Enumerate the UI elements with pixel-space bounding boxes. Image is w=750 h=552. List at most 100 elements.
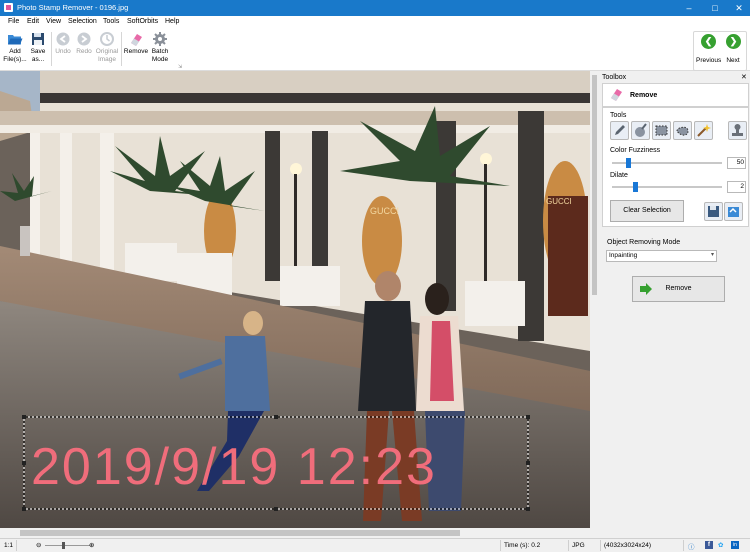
tools-panel: Tools Color Fuzziness 50 Dilate 2 Clear … xyxy=(602,107,749,227)
status-separator xyxy=(568,540,569,551)
slider-thumb[interactable] xyxy=(626,158,631,168)
chevron-down-icon: ▾ xyxy=(710,252,714,258)
resize-handle[interactable] xyxy=(526,461,530,465)
menu-bar: File Edit View Selection Tools SoftOrbit… xyxy=(0,16,750,28)
menu-tools[interactable]: Tools xyxy=(103,18,119,25)
status-separator xyxy=(500,540,501,551)
save-selection-icon xyxy=(708,206,719,217)
brush-tool-button[interactable] xyxy=(631,121,650,140)
remove-section-header: Remove xyxy=(602,83,749,107)
menu-file[interactable]: File xyxy=(8,18,19,25)
maximize-button[interactable]: □ xyxy=(702,0,728,16)
menu-softorbits[interactable]: SoftOrbits xyxy=(127,18,158,25)
image-canvas[interactable]: GUCCI GUCCI 2019/9/19 12:23 xyxy=(0,71,590,528)
menu-edit[interactable]: Edit xyxy=(27,18,39,25)
status-separator xyxy=(16,540,17,551)
batch-mode-button[interactable]: Batch Mode xyxy=(149,30,171,63)
slider-thumb[interactable] xyxy=(633,182,638,192)
menu-view[interactable]: View xyxy=(46,18,61,25)
load-selection-icon xyxy=(728,207,739,217)
scroll-thumb[interactable] xyxy=(592,75,597,295)
vertical-scrollbar[interactable] xyxy=(590,71,599,528)
removing-mode-select[interactable]: Inpainting ▾ xyxy=(606,250,717,262)
menu-selection[interactable]: Selection xyxy=(68,18,97,25)
arrow-right-icon: ❯ xyxy=(726,34,741,49)
lasso-icon xyxy=(676,126,689,136)
scroll-thumb[interactable] xyxy=(20,530,460,536)
add-files-button[interactable]: Add File(s)... xyxy=(3,30,27,63)
zoom-slider[interactable] xyxy=(45,545,90,546)
close-button[interactable]: ✕ xyxy=(726,0,750,16)
floppy-disk-icon xyxy=(32,33,44,45)
date-stamp: 2019/9/19 12:23 xyxy=(31,438,437,496)
clear-selection-button[interactable]: Clear Selection xyxy=(610,200,684,222)
facebook-icon[interactable]: f xyxy=(705,541,713,549)
zoom-out-icon[interactable]: ⊖ xyxy=(36,541,41,549)
next-label: Next xyxy=(726,57,740,64)
format-label: JPG xyxy=(572,542,585,549)
redo-icon xyxy=(77,32,91,46)
resize-handle[interactable] xyxy=(274,415,278,419)
color-fuzziness-input[interactable]: 50 xyxy=(727,157,746,169)
undo-button[interactable]: Undo xyxy=(53,30,73,56)
navigation-group: ❮ Previous ❯ Next xyxy=(693,31,747,71)
save-as-label: Save xyxy=(30,48,46,55)
menu-help[interactable]: Help xyxy=(165,18,179,25)
original-image-label-2: Image xyxy=(97,55,117,63)
gear-icon xyxy=(153,32,167,46)
resize-handle[interactable] xyxy=(22,507,26,511)
magic-wand-button[interactable] xyxy=(694,121,713,140)
remove-button[interactable]: Remove xyxy=(632,276,725,302)
remove-toolbar-button[interactable]: Remove xyxy=(123,30,149,56)
zoom-in-icon[interactable]: ⊕ xyxy=(89,541,94,549)
stamp-tool-button[interactable] xyxy=(728,121,747,140)
save-as-label-2: as... xyxy=(31,55,45,63)
dimensions-label: (4032x3024x24) xyxy=(604,542,651,549)
twitter-icon[interactable]: ✿ xyxy=(718,541,723,549)
dilate-label: Dilate xyxy=(610,172,628,179)
resize-handle[interactable] xyxy=(22,461,26,465)
dilate-input[interactable]: 2 xyxy=(727,181,746,193)
resize-handle[interactable] xyxy=(274,507,278,511)
save-selection-button[interactable] xyxy=(704,202,723,221)
add-files-label: Add xyxy=(9,48,21,55)
zoom-slider-thumb[interactable] xyxy=(62,542,65,549)
stamp-icon xyxy=(732,124,743,136)
color-fuzziness-slider[interactable] xyxy=(612,158,722,168)
linkedin-icon[interactable]: in xyxy=(731,541,739,549)
remove-toolbar-label: Remove xyxy=(123,48,149,55)
status-bar: 1:1 ⊖ ⊕ Time (s): 0.2 JPG (4032x3024x24)… xyxy=(0,538,750,552)
toolbox-title: Toolbox xyxy=(602,74,627,81)
redo-button[interactable]: Redo xyxy=(74,30,94,56)
add-files-label-2: File(s)... xyxy=(3,55,27,63)
info-icon[interactable]: ⓘ xyxy=(688,541,695,551)
status-separator xyxy=(683,540,684,551)
rectangle-select-button[interactable] xyxy=(652,121,671,140)
pencil-icon xyxy=(615,125,625,135)
horizontal-scrollbar[interactable] xyxy=(0,528,590,538)
toolbar-overflow-icon[interactable]: ⇲ xyxy=(178,64,182,70)
save-as-button[interactable]: Save as... xyxy=(28,30,48,63)
window-title: Photo Stamp Remover - 0196.jpg xyxy=(17,3,129,12)
slider-track xyxy=(612,186,722,188)
resize-handle[interactable] xyxy=(526,507,530,511)
app-icon xyxy=(4,3,13,12)
close-icon[interactable]: ✕ xyxy=(741,73,747,81)
resize-handle[interactable] xyxy=(22,415,26,419)
toolbar: Add File(s)... Save as... Undo Redo Orig… xyxy=(0,28,750,71)
time-label: Time (s): 0.2 xyxy=(504,542,541,549)
dilate-slider[interactable] xyxy=(612,182,722,192)
rectangle-select-icon xyxy=(655,125,668,136)
minimize-button[interactable]: – xyxy=(676,0,702,16)
previous-label: Previous xyxy=(696,57,722,64)
pencil-tool-button[interactable] xyxy=(610,121,629,140)
batch-mode-label-2: Mode xyxy=(151,55,169,63)
brush-icon xyxy=(635,123,647,137)
toolbox-panel: Toolbox ✕ Remove Tools Color Fuzziness 5… xyxy=(599,71,750,538)
original-image-button[interactable]: Original Image xyxy=(94,30,120,63)
mode-label: Object Removing Mode xyxy=(607,239,681,246)
resize-handle[interactable] xyxy=(526,415,530,419)
load-selection-button[interactable] xyxy=(724,202,743,221)
remove-button-label: Remove xyxy=(665,285,692,292)
lasso-tool-button[interactable] xyxy=(673,121,692,140)
